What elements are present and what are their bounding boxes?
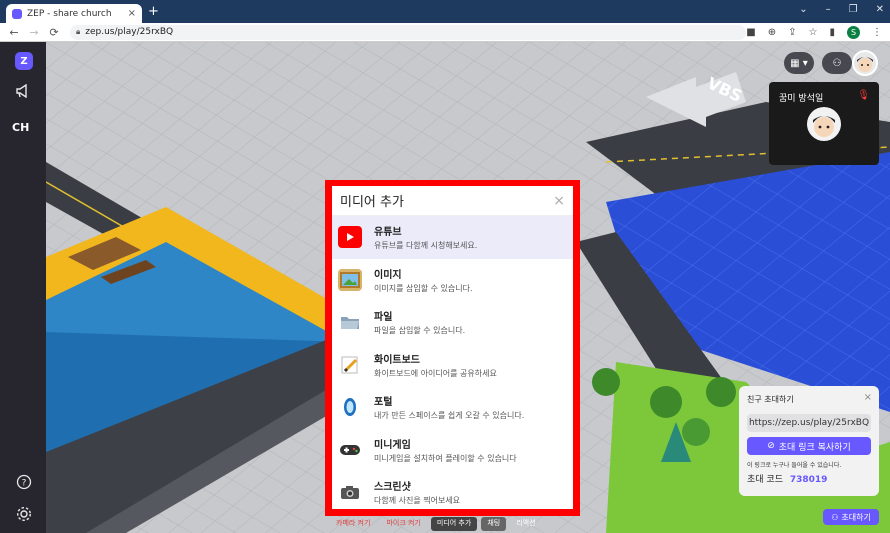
copy-invite-link-button[interactable]: ⊘ 초대 링크 복사하기 (747, 437, 871, 455)
zep-favicon-icon (12, 8, 22, 19)
modal-header: 미디어 추가 × (332, 186, 573, 216)
link-icon: ⊘ (767, 441, 775, 451)
invite-button[interactable]: ⚇ 초대하기 (823, 509, 879, 525)
mic-toggle-button[interactable]: 마이크 켜기 (380, 517, 426, 531)
megaphone-icon[interactable] (14, 83, 34, 102)
url-input[interactable]: 🔒︎ zep.us/play/25rxBQ (70, 24, 747, 40)
profile-avatar[interactable]: S (847, 25, 860, 39)
window-controls: ⌄ – ❐ ✕ (799, 4, 884, 15)
option-title: 포털 (374, 397, 393, 409)
close-window-button[interactable]: ✕ (876, 4, 884, 15)
whiteboard-icon (338, 354, 362, 376)
url-text: zep.us/play/25rxBQ (85, 27, 174, 37)
option-desc: 다함께 사진을 찍어보세요 (374, 496, 461, 506)
option-desc: 이미지를 삽입할 수 있습니다. (374, 283, 473, 293)
minimize-button[interactable]: – (826, 4, 831, 15)
option-desc: 미니게임을 설치하여 플레이할 수 있습니다 (374, 453, 517, 463)
invite-code-row: 초대 코드 738019 (747, 472, 871, 485)
bookmark-icon[interactable]: ☆ (809, 27, 818, 38)
sidepanel-icon[interactable]: ▮ (829, 27, 835, 38)
new-tab-button[interactable]: + (148, 4, 159, 19)
share-icon[interactable]: ⇪ (788, 27, 796, 38)
option-desc: 유튜브를 다함께 시청해보세요. (374, 241, 478, 251)
mic-muted-icon: 🎙︎ (857, 90, 870, 101)
bottom-toolbar: 카메라 켜기 마이크 켜기 미디어 추가 채팅 리액션 (330, 517, 580, 531)
browser-tab-bar: ZEP - share church × + ⌄ – ❐ ✕ (0, 0, 890, 23)
image-icon (338, 268, 362, 291)
media-option-youtube[interactable]: 유튜브유튜브를 다함께 시청해보세요. (332, 216, 573, 259)
modal-title: 미디어 추가 (340, 195, 404, 210)
maximize-button[interactable]: ❐ (849, 4, 858, 15)
media-add-modal: 미디어 추가 × 유튜브유튜브를 다함께 시청해보세요. 이미지이미지를 삽입할… (332, 186, 573, 509)
user-avatar[interactable] (852, 50, 878, 76)
participants-button[interactable]: ⚇ (822, 52, 852, 74)
folder-icon (338, 311, 362, 333)
option-title: 유튜브 (374, 227, 402, 239)
browser-tab[interactable]: ZEP - share church × (6, 4, 142, 23)
participant-avatar (807, 107, 841, 141)
option-title: 스크린샷 (374, 482, 411, 494)
invite-note: 이 링크로 누구나 들어올 수 있습니다. (747, 462, 842, 469)
invite-code-label: 초대 코드 (747, 475, 783, 485)
browser-toolbar-icons: ■ ⊕ ⇪ ☆ ▮ S ⋮ (746, 25, 882, 39)
gamepad-icon (338, 439, 362, 461)
video-panel: 꿈미 방석일 🎙︎ (769, 82, 879, 165)
gear-icon[interactable] (14, 506, 34, 526)
youtube-icon (338, 226, 362, 249)
add-user-icon: ⚇ (831, 512, 839, 522)
address-bar: ← → ⟳ 🔒︎ zep.us/play/25rxBQ ■ ⊕ ⇪ ☆ ▮ S … (0, 23, 890, 42)
app-sidebar: Z CH ? (0, 42, 46, 533)
zoom-icon[interactable]: ⊕ (768, 27, 776, 38)
invite-title: 친구 초대하기 (747, 395, 794, 404)
channel-button[interactable]: CH (12, 121, 29, 134)
lock-icon: 🔒︎ (76, 27, 81, 36)
reaction-button[interactable]: 리액션 (510, 517, 541, 531)
option-title: 미니게임 (374, 439, 411, 451)
help-icon[interactable]: ? (14, 474, 34, 494)
close-icon[interactable]: × (553, 193, 565, 209)
media-option-whiteboard[interactable]: 화이트보드화이트보드에 아이디어를 공유하세요 (332, 344, 573, 387)
option-title: 이미지 (374, 269, 402, 281)
camera-toggle-button[interactable]: 카메라 켜기 (330, 517, 376, 531)
tab-close-icon[interactable]: × (128, 8, 136, 19)
option-title: 파일 (374, 312, 393, 324)
media-add-button[interactable]: 미디어 추가 (430, 517, 478, 531)
media-option-file[interactable]: 파일파일을 삽입할 수 있습니다. (332, 301, 573, 344)
layout-toggle-button[interactable]: ▦ ▾ (784, 52, 814, 74)
option-desc: 내가 만든 스페이스를 쉽게 오갈 수 있습니다. (374, 411, 525, 421)
invite-link-field[interactable]: https://zep.us/play/25rxBQ (747, 414, 871, 432)
invite-code: 738019 (789, 475, 828, 485)
reload-icon[interactable]: ⟳ (48, 26, 60, 39)
zep-logo[interactable]: Z (15, 52, 33, 70)
option-desc: 파일을 삽입할 수 있습니다. (374, 326, 466, 336)
svg-text:?: ? (22, 479, 27, 489)
camera-icon (338, 481, 362, 503)
copy-label: 초대 링크 복사하기 (778, 442, 851, 453)
media-option-image[interactable]: 이미지이미지를 삽입할 수 있습니다. (332, 259, 573, 302)
invite-button-label: 초대하기 (841, 512, 871, 522)
tab-title: ZEP - share church (27, 8, 112, 19)
forward-icon[interactable]: → (28, 26, 40, 39)
tab-search-icon[interactable]: ⌄ (799, 4, 807, 15)
invite-close-icon[interactable]: × (864, 392, 872, 403)
portal-icon (338, 396, 362, 418)
invite-panel: 친구 초대하기 × https://zep.us/play/25rxBQ ⊘ 초… (739, 386, 879, 496)
media-option-screenshot[interactable]: 스크린샷다함께 사진을 찍어보세요 (332, 471, 573, 509)
browser-menu-icon[interactable]: ⋮ (872, 27, 882, 38)
back-icon[interactable]: ← (8, 26, 20, 39)
option-title: 화이트보드 (374, 354, 420, 366)
camera-permission-icon[interactable]: ■ (746, 27, 755, 38)
option-desc: 화이트보드에 아이디어를 공유하세요 (374, 368, 497, 378)
participant-name: 꿈미 방석일 (779, 94, 824, 104)
media-option-minigame[interactable]: 미니게임미니게임을 설치하여 플레이할 수 있습니다 (332, 429, 573, 472)
chat-button[interactable]: 채팅 (481, 517, 507, 531)
media-option-portal[interactable]: 포털내가 만든 스페이스를 쉽게 오갈 수 있습니다. (332, 386, 573, 429)
